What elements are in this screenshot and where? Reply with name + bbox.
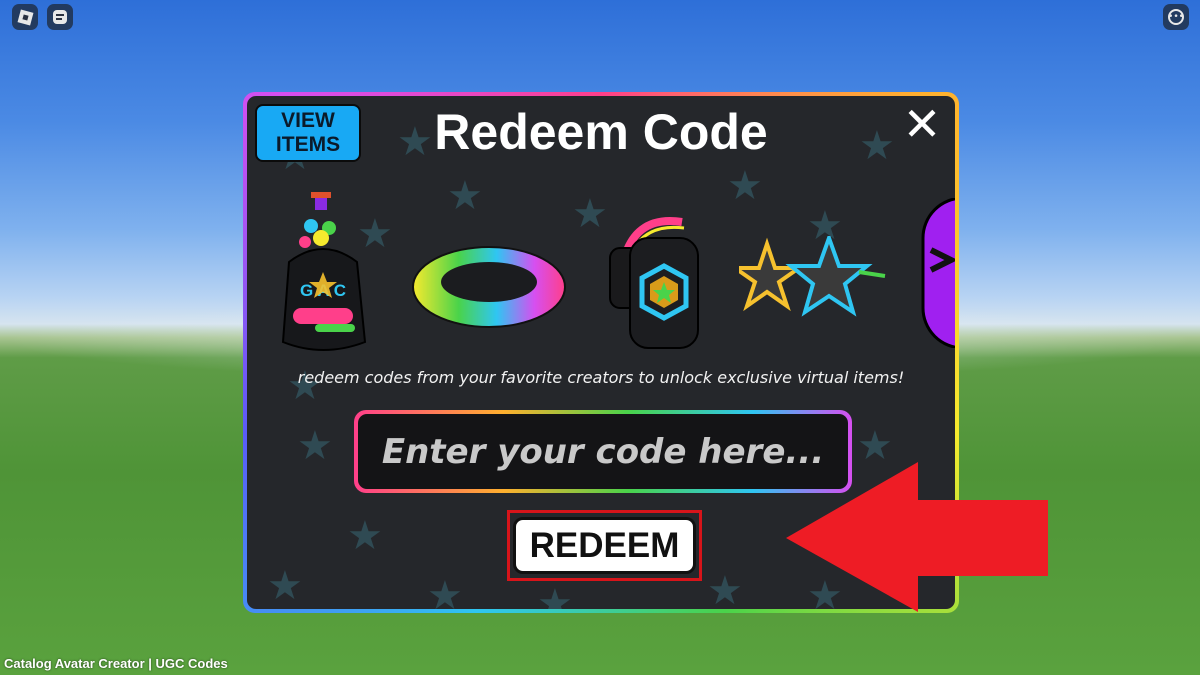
code-input[interactable]: [358, 414, 848, 489]
star-decoration: ★: [707, 568, 743, 609]
dialog-subtitle: redeem codes from your favorite creators…: [297, 368, 905, 387]
more-options-icon: •••: [1168, 9, 1184, 25]
rainbow-ring-icon: [412, 246, 566, 328]
game-viewport: ••• ★ ★ ★ ★ ★ ★ ★ ★ ★ ★ ★ ★ ★ ★ ★ ★ ★ ★ …: [0, 0, 1200, 675]
chat-button[interactable]: [47, 4, 73, 30]
star-decoration: ★: [267, 563, 303, 609]
headphones-icon: [609, 217, 699, 349]
roblox-menu-button[interactable]: [12, 4, 38, 30]
star-decoration: ★: [347, 513, 383, 559]
dialog-title: Redeem Code: [434, 104, 768, 160]
ugc-backpack-icon: G A C: [281, 192, 367, 351]
red-arrow-pointer-icon: [786, 462, 1048, 612]
chat-icon: [53, 10, 67, 24]
close-icon: ✕: [902, 97, 942, 151]
item-showcase: G A C: [247, 192, 955, 362]
purple-head-icon: [921, 198, 955, 348]
star-decoration: ★: [857, 423, 893, 469]
redeem-button[interactable]: REDEEM: [513, 517, 696, 574]
star-decoration: ★: [537, 581, 573, 609]
star-decoration: ★: [297, 423, 333, 469]
close-button[interactable]: ✕: [901, 101, 943, 147]
source-caption: Catalog Avatar Creator | UGC Codes: [4, 656, 228, 671]
roblox-logo-icon: [17, 9, 33, 25]
more-options-button[interactable]: •••: [1163, 4, 1189, 30]
code-input-frame: [354, 410, 852, 493]
star-decoration: ★: [427, 573, 463, 609]
star-sunglasses-icon: [739, 236, 886, 317]
